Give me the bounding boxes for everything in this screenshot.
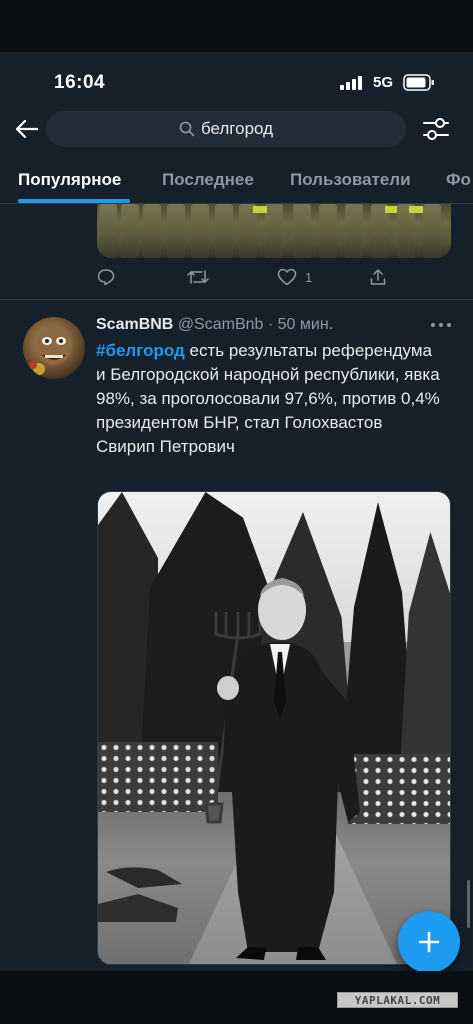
reply-button[interactable] bbox=[97, 266, 115, 288]
watermark: YAPLAKAL.COM bbox=[337, 992, 458, 1008]
handle[interactable]: @ScamBnb bbox=[178, 316, 264, 333]
separator-dot: · bbox=[267, 316, 274, 333]
compose-plus-icon bbox=[418, 931, 440, 953]
status-bar: 16:04 5G bbox=[0, 52, 473, 108]
previous-tweet-image[interactable] bbox=[97, 204, 451, 258]
tweet-image[interactable] bbox=[97, 491, 451, 965]
avatar-image bbox=[29, 325, 72, 375]
search-query: белгород bbox=[200, 119, 274, 138]
like-button[interactable]: 1 bbox=[277, 266, 312, 288]
tweet[interactable]: ScamBNB @ScamBnb · 50 мин. #белгород ест… bbox=[0, 301, 473, 971]
tweet-header: ScamBNB @ScamBnb · 50 мин. bbox=[96, 316, 333, 334]
compose-tweet-button[interactable] bbox=[398, 911, 460, 973]
scrollbar[interactable] bbox=[467, 880, 470, 928]
image-man-with-pitchfork bbox=[98, 578, 360, 960]
back-arrow-icon bbox=[16, 120, 38, 138]
tab-latest[interactable]: Последнее bbox=[162, 170, 254, 190]
more-icon[interactable] bbox=[430, 321, 452, 329]
like-count: 1 bbox=[305, 269, 313, 285]
tweet-text: #белгород есть результаты референдума и … bbox=[96, 339, 446, 459]
filter-icon[interactable] bbox=[422, 116, 450, 142]
hashtag-link[interactable]: #белгород bbox=[96, 341, 185, 360]
network-label: 5G bbox=[373, 74, 394, 91]
previous-tweet[interactable]: 1 bbox=[0, 204, 473, 300]
status-time: 16:04 bbox=[54, 72, 106, 93]
search-input[interactable]: белгород bbox=[46, 111, 406, 147]
reply-icon bbox=[97, 269, 115, 286]
search-tabs: Популярное Последнее Пользователи Фо bbox=[0, 158, 473, 204]
like-icon bbox=[277, 268, 297, 286]
display-name[interactable]: ScamBNB bbox=[96, 316, 173, 333]
active-tab-indicator bbox=[18, 199, 130, 203]
share-button[interactable] bbox=[369, 266, 387, 288]
timestamp: 50 мин. bbox=[277, 316, 334, 333]
back-button[interactable] bbox=[12, 114, 42, 144]
search-icon bbox=[179, 121, 195, 137]
top-dark-band bbox=[0, 0, 473, 52]
retweet-icon bbox=[187, 270, 209, 284]
tab-photos[interactable]: Фо bbox=[446, 170, 471, 190]
battery-icon bbox=[403, 74, 434, 91]
phone-screen: 16:04 5G белгород Популярное Последнее П… bbox=[0, 0, 473, 1024]
search-header: белгород bbox=[0, 108, 473, 154]
tab-popular[interactable]: Популярное bbox=[18, 170, 121, 190]
signal-icon bbox=[340, 76, 362, 90]
previous-tweet-actions: 1 bbox=[97, 266, 397, 290]
avatar[interactable] bbox=[23, 317, 85, 379]
share-icon bbox=[370, 269, 386, 285]
tab-users[interactable]: Пользователи bbox=[290, 170, 411, 190]
retweet-button[interactable] bbox=[187, 266, 209, 288]
